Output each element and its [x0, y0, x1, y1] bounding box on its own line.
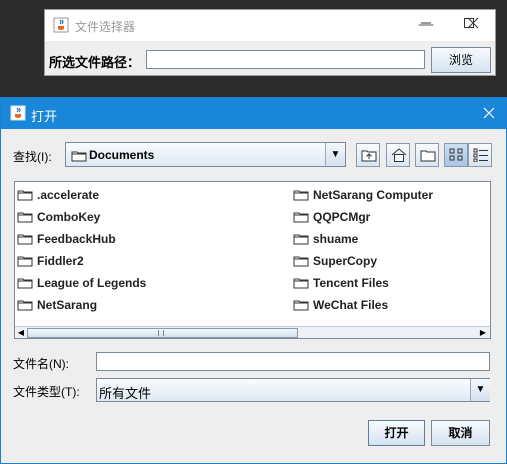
file-name: shuame: [313, 232, 359, 246]
new-folder-icon: [420, 150, 436, 162]
folder-icon: [293, 300, 309, 311]
chevron-down-icon[interactable]: ▼: [325, 143, 345, 166]
dialog-title-bar: 打开: [1, 98, 506, 129]
file-name: ComboKey: [37, 210, 101, 224]
details-view-button[interactable]: [468, 143, 492, 167]
file-name: SuperCopy: [313, 254, 378, 268]
file-name: QQPCMgr: [313, 210, 371, 224]
home-button[interactable]: [386, 143, 410, 167]
folder-icon: [293, 256, 309, 267]
chevron-down-icon[interactable]: ▼: [470, 379, 490, 401]
browse-button[interactable]: 浏览: [431, 47, 491, 73]
file-name: Tencent Files: [313, 276, 389, 290]
file-name: NetSarang Computer: [313, 188, 434, 202]
file-name: League of Legends: [37, 276, 147, 290]
file-name: NetSarang: [37, 298, 98, 312]
list-view-icon: [449, 148, 463, 161]
open-dialog: 打开 查找(I): Documents ▼ .accelerate ComboK…: [0, 97, 507, 464]
details-view-icon: [473, 148, 488, 162]
up-folder-button[interactable]: [356, 143, 380, 167]
grip-icon: [158, 330, 164, 336]
new-folder-button[interactable]: [415, 143, 439, 167]
file-name: .accelerate: [37, 188, 100, 202]
close-button[interactable]: [458, 15, 488, 35]
folder-icon: [17, 278, 33, 289]
look-in-value: Documents: [89, 148, 155, 162]
file-name: WeChat Files: [313, 298, 389, 312]
scroll-left-icon[interactable]: ◀: [15, 327, 27, 339]
file-type-combo[interactable]: 所有文件 ▼: [96, 378, 490, 402]
cancel-button[interactable]: 取消: [431, 420, 490, 446]
java-cup-icon: [10, 105, 26, 121]
scroll-right-icon[interactable]: ▶: [477, 327, 489, 339]
home-icon: [391, 148, 407, 162]
file-list[interactable]: .accelerate ComboKey FeedbackHub Fiddler…: [14, 181, 491, 339]
file-name-field[interactable]: [96, 352, 490, 371]
path-field[interactable]: [146, 50, 425, 69]
file-name-label: 文件名(N):: [13, 357, 69, 371]
file-name: FeedbackHub: [37, 232, 116, 246]
folder-icon: [293, 212, 309, 223]
up-folder-icon: [361, 150, 377, 162]
folder-icon: [71, 151, 87, 162]
scrollbar-thumb[interactable]: [27, 328, 298, 338]
java-cup-icon: [53, 17, 69, 33]
close-icon: [483, 107, 495, 119]
open-button[interactable]: 打开: [368, 420, 425, 446]
folder-icon: [17, 212, 33, 223]
folder-icon: [293, 278, 309, 289]
look-in-combo[interactable]: Documents ▼: [65, 142, 346, 167]
list-view-button[interactable]: [444, 143, 468, 167]
folder-icon: [293, 234, 309, 245]
file-type-value: 所有文件: [99, 386, 152, 401]
dialog-close-button[interactable]: [477, 102, 501, 124]
file-chooser-window: 文件选择器 — 所选文件路径： 浏览: [44, 9, 496, 76]
file-type-label: 文件类型(T):: [13, 385, 80, 399]
horizontal-scrollbar[interactable]: ◀ ▶: [15, 326, 490, 338]
look-in-label: 查找(I):: [13, 150, 52, 164]
folder-icon: [17, 256, 33, 267]
close-icon: [467, 17, 479, 29]
folder-icon: [17, 234, 33, 245]
folder-icon: [17, 300, 33, 311]
path-label: 所选文件路径：: [49, 55, 141, 70]
window-title: 文件选择器: [75, 20, 136, 34]
file-name: Fiddler2: [37, 254, 84, 268]
folder-icon: [17, 190, 33, 201]
folder-icon: [293, 190, 309, 201]
dialog-title: 打开: [31, 109, 58, 124]
